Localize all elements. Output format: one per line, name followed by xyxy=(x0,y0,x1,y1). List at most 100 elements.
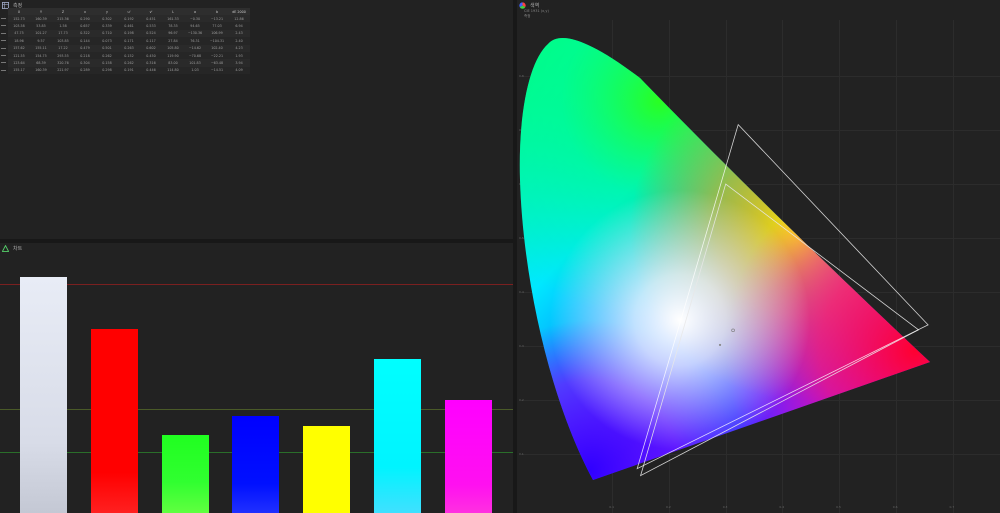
chart-panel-title: 차트 xyxy=(13,245,23,252)
table-cell: 105.80 xyxy=(162,44,184,52)
bar-cyan xyxy=(374,359,421,513)
triangle-icon xyxy=(2,244,9,252)
table-cell: 0.290 xyxy=(74,15,96,23)
row-marker xyxy=(1,55,6,56)
table-cell: 0.524 xyxy=(140,29,162,38)
table-cell: 0.073 xyxy=(96,37,118,45)
table-cell: 1.58 xyxy=(52,22,74,30)
reference-line xyxy=(0,409,513,410)
table-cell: 2.43 xyxy=(228,29,250,38)
table-cell: 157.62 xyxy=(8,44,30,52)
table-cell: 0.451 xyxy=(140,15,162,23)
column-header[interactable]: a xyxy=(184,8,206,15)
spectral-locus xyxy=(519,37,930,480)
row-marker xyxy=(1,32,6,34)
table-cell: 0.192 xyxy=(118,15,140,23)
table-row[interactable]: 121.55 154.75 293.55 0.218 0.262 0.152 0.450 11… xyxy=(8,51,250,60)
table-cell: 0.461 xyxy=(118,22,140,30)
table-cell: 160.39 xyxy=(30,15,52,23)
table-cell: 77.03 xyxy=(206,22,228,30)
cie-gamut-panel: 색역 CIE 1931 (x,y) 측정 0.1 0.2 0.3 0.4 0.5 0.6 0… xyxy=(517,0,1000,513)
row-marker xyxy=(1,25,6,27)
table-cell: 17.73 xyxy=(52,29,74,38)
table-cell: 0.450 xyxy=(140,51,162,60)
table-cell: 0.602 xyxy=(140,44,162,52)
table-cell: 0.218 xyxy=(74,51,96,60)
table-cell: 0.479 xyxy=(74,44,96,52)
column-header[interactable]: y xyxy=(96,8,118,15)
table-cell: 160.39 xyxy=(30,66,52,75)
column-header[interactable]: X xyxy=(8,8,30,15)
measurement-panel: 측정 X Y Zx y u' v' La b dE 2000 152.73 160.39 215.3… xyxy=(0,0,513,239)
table-cell: 114.80 xyxy=(162,66,184,75)
table-row[interactable]: 155.17 160.39 221.97 0.289 0.298 0.191 0.446 11… xyxy=(8,66,250,75)
table-row[interactable]: 103.58 53.85 1.58 0.657 0.339 0.461 0.533 78.35… xyxy=(8,22,250,30)
bar-white xyxy=(20,276,67,513)
table-cell: 78.35 xyxy=(162,22,184,30)
table-cell: 83.00 xyxy=(162,59,184,67)
table-cell: 0.302 xyxy=(96,15,118,23)
table-cell: 215.36 xyxy=(52,15,74,23)
table-cell: 155.17 xyxy=(8,66,30,75)
table-cell: 0.117 xyxy=(140,37,162,45)
table-cell: 0.198 xyxy=(118,29,140,38)
table-cell: 2.40 xyxy=(228,37,250,45)
table-cell: 17.22 xyxy=(52,44,74,52)
table-cell: 0.262 xyxy=(96,51,118,60)
table-cell: 0.289 xyxy=(74,66,96,75)
column-header[interactable]: Y xyxy=(30,8,52,15)
column-header[interactable]: Z xyxy=(52,8,74,15)
table-row[interactable]: 18.96 9.57 103.85 0.144 0.073 0.171 0.117 27.84… xyxy=(8,37,250,45)
column-header[interactable]: b xyxy=(206,8,228,15)
table-cell: 101.83 xyxy=(184,59,206,67)
column-header[interactable]: v' xyxy=(140,8,162,15)
table-row[interactable]: 123.64 68.39 320.76 0.304 0.158 0.262 0.316 83.… xyxy=(8,59,250,67)
row-marker xyxy=(1,69,6,71)
column-header[interactable]: L xyxy=(162,8,184,15)
table-cell: 0.322 xyxy=(74,29,96,38)
bar-red xyxy=(90,328,138,513)
table-cell: 0.533 xyxy=(140,22,162,30)
table-cell: −14.51 xyxy=(206,66,228,75)
measurement-table[interactable]: X Y Zx y u' v' La b dE 2000 152.73 160.39 215.36 0.… xyxy=(8,8,250,75)
table-header-row: X Y Zx y u' v' La b dE 2000 xyxy=(8,8,250,15)
table-cell: 53.85 xyxy=(30,22,52,30)
table-cell: −14.62 xyxy=(184,44,206,52)
table-row[interactable]: 157.62 155.11 17.22 0.479 0.501 0.263 0.602 105… xyxy=(8,44,250,52)
column-header[interactable]: x xyxy=(74,8,96,15)
column-header[interactable]: dE 2000 xyxy=(228,8,250,15)
table-cell: 0.710 xyxy=(96,29,118,38)
table-cell: 101.27 xyxy=(30,29,52,38)
table-row[interactable]: 47.75 101.27 17.73 0.322 0.710 0.198 0.524 96.9… xyxy=(8,29,250,38)
table-cell: 0.191 xyxy=(118,66,140,75)
table-cell: −22.21 xyxy=(206,51,228,60)
table-cell: 4.23 xyxy=(228,44,250,52)
table-cell: 221.97 xyxy=(52,66,74,75)
table-cell: 0.263 xyxy=(118,44,140,52)
table-cell: 0.158 xyxy=(96,59,118,67)
row-marker xyxy=(1,40,6,42)
row-marker xyxy=(1,62,6,64)
bar-blue xyxy=(232,416,280,513)
table-cell: 1.03 xyxy=(184,66,206,75)
table-cell: 6.94 xyxy=(228,22,250,30)
row-marker xyxy=(1,47,6,49)
row-marker xyxy=(1,18,6,19)
table-row[interactable]: 152.73 160.39 215.36 0.290 0.302 0.192 0.451 16… xyxy=(8,15,250,23)
table-cell: 0.262 xyxy=(118,59,140,67)
table-cell: 96.97 xyxy=(162,29,184,38)
table-cell: 0.152 xyxy=(118,51,140,60)
table-cell: 103.85 xyxy=(52,37,74,45)
table-cell: 47.75 xyxy=(8,29,30,38)
column-header[interactable]: u' xyxy=(118,8,140,15)
table-cell: 123.64 xyxy=(8,59,30,67)
table-cell: 3.94 xyxy=(228,59,250,67)
table-cell: −70.68 xyxy=(184,51,206,60)
table-cell: 103.58 xyxy=(8,22,30,30)
table-cell: −0.30 xyxy=(184,15,206,23)
table-cell: 0.316 xyxy=(140,59,162,67)
measured-white-point xyxy=(718,343,722,347)
bar-magenta xyxy=(444,399,492,513)
table-cell: 1.93 xyxy=(228,51,250,60)
table-cell: 27.84 xyxy=(162,37,184,45)
